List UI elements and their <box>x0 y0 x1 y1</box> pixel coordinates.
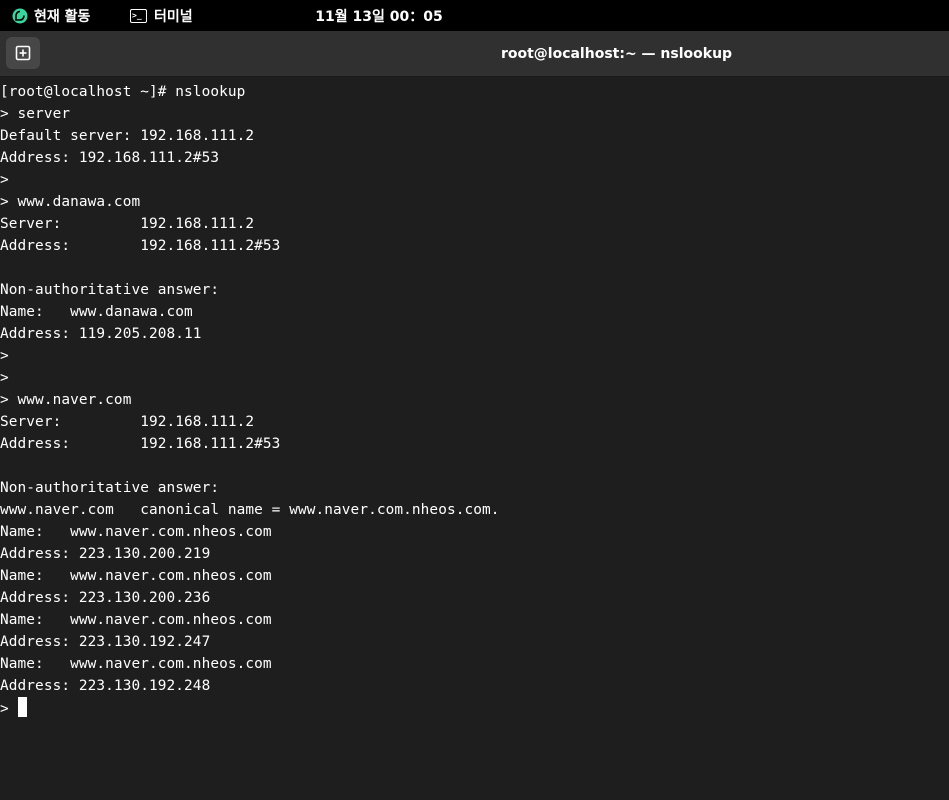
app-menu-terminal[interactable]: >_ 터미널 <box>130 0 193 31</box>
terminal-line: Address: 223.130.200.219 <box>0 546 211 562</box>
terminal-line: Address: 192.168.111.2#53 <box>0 436 281 452</box>
terminal-line: Address: 119.205.208.11 <box>0 326 202 342</box>
new-tab-button[interactable] <box>6 37 40 69</box>
terminal-line: Server: 192.168.111.2 <box>0 414 255 430</box>
terminal-line: Name: www.naver.com.nheos.com <box>0 568 272 584</box>
terminal-line: > server <box>0 106 71 122</box>
fedora-logo-icon <box>12 8 28 23</box>
window-title: root@localhost:~ — nslookup <box>500 46 733 62</box>
terminal-line: Non-authoritative answer: <box>0 480 220 496</box>
terminal-line: [root@localhost ~]# nslookup <box>0 84 246 100</box>
terminal-line: Address: 192.168.111.2#53 <box>0 238 281 254</box>
clock[interactable]: 11월 13일 00：05 <box>261 0 497 31</box>
terminal-line: Name: www.naver.com.nheos.com <box>0 612 272 628</box>
terminal-line: Name: www.naver.com.nheos.com <box>0 524 272 540</box>
terminal-headerbar: root@localhost:~ — nslookup <box>0 31 949 77</box>
new-tab-icon <box>15 45 31 61</box>
terminal-line: Address: 192.168.111.2#53 <box>0 150 220 166</box>
terminal-prompt-line[interactable]: > <box>0 697 949 719</box>
terminal-output[interactable]: [root@localhost ~]# nslookup > server De… <box>0 81 949 800</box>
terminal-prompt: > <box>0 701 18 717</box>
terminal-line: Default server: 192.168.111.2 <box>0 128 255 144</box>
terminal-line: > <box>0 348 9 364</box>
activities-label: 현재 활동 <box>34 8 91 25</box>
terminal-line: > www.naver.com <box>0 392 132 408</box>
terminal-line: > www.danawa.com <box>0 194 141 210</box>
terminal-line: Name: www.naver.com.nheos.com <box>0 656 272 672</box>
terminal-line: > <box>0 172 9 188</box>
activities-button[interactable]: 현재 활동 <box>12 0 90 31</box>
terminal-line: www.naver.com canonical name = www.naver… <box>0 502 500 518</box>
top-bar: 현재 활동 >_ 터미널 11월 13일 00：05 <box>0 0 949 31</box>
terminal-line: Non-authoritative answer: <box>0 282 220 298</box>
terminal-line: Name: www.danawa.com <box>0 304 193 320</box>
terminal-line: Address: 223.130.192.247 <box>0 634 211 650</box>
terminal-line: Address: 223.130.200.236 <box>0 590 211 606</box>
terminal-line: Server: 192.168.111.2 <box>0 216 255 232</box>
app-menu-label: 터미널 <box>154 8 193 25</box>
terminal-icon: >_ <box>130 8 147 23</box>
terminal-line: Address: 223.130.192.248 <box>0 678 211 694</box>
terminal-line: > <box>0 370 9 386</box>
text-cursor <box>17 697 27 717</box>
